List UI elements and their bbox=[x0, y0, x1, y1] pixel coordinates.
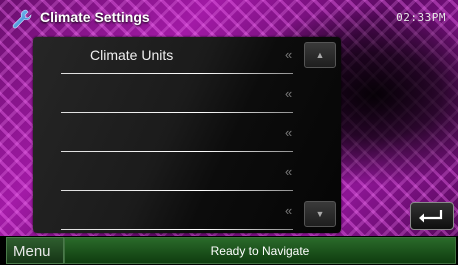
chevron-left-icon: « bbox=[285, 164, 293, 179]
row-divider bbox=[61, 229, 293, 230]
setting-row-climate-units[interactable]: Climate Units « bbox=[33, 36, 295, 74]
setting-row[interactable]: « bbox=[33, 192, 295, 230]
page-title: Climate Settings bbox=[40, 9, 150, 25]
header: Climate Settings 02:33PM bbox=[0, 0, 458, 34]
scroll-up-button[interactable]: ▲ bbox=[304, 42, 336, 68]
chevron-left-icon: « bbox=[285, 125, 293, 140]
wrench-icon bbox=[12, 9, 32, 29]
navigation-status-bar[interactable]: Ready to Navigate bbox=[64, 237, 456, 264]
setting-row[interactable]: « bbox=[33, 153, 295, 191]
scroll-down-button[interactable]: ▼ bbox=[304, 201, 336, 227]
return-arrow-icon bbox=[419, 210, 443, 223]
chevron-left-icon: « bbox=[285, 47, 293, 62]
setting-row[interactable]: « bbox=[33, 75, 295, 113]
back-button[interactable] bbox=[410, 202, 454, 230]
row-divider bbox=[61, 151, 293, 152]
row-divider bbox=[61, 73, 293, 74]
row-divider bbox=[61, 112, 293, 113]
setting-row-label: Climate Units bbox=[90, 47, 174, 63]
menu-button[interactable]: Menu bbox=[6, 237, 64, 264]
clock: 02:33PM bbox=[396, 11, 446, 24]
chevron-left-icon: « bbox=[285, 86, 293, 101]
row-divider bbox=[61, 190, 293, 191]
chevron-left-icon: « bbox=[285, 203, 293, 218]
setting-row[interactable]: « bbox=[33, 114, 295, 152]
